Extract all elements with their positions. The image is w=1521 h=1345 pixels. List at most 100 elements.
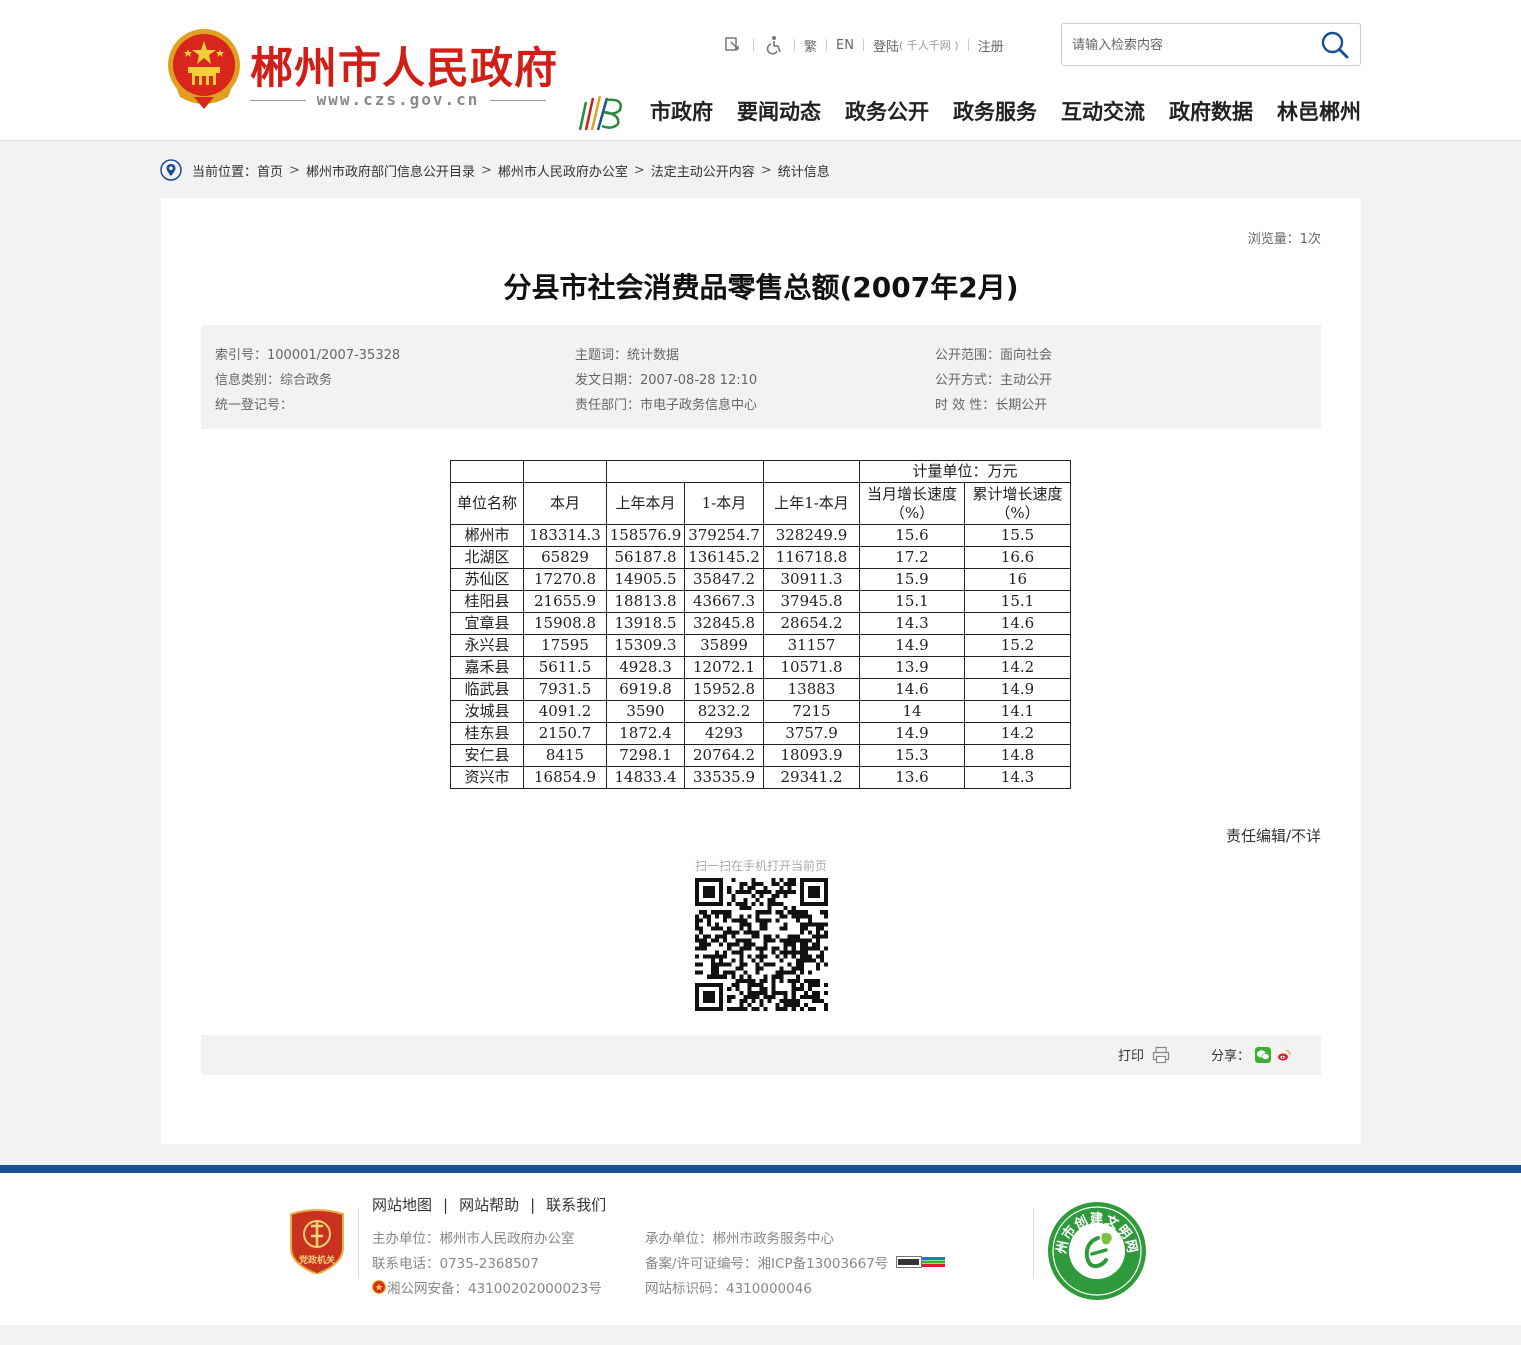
table-row-label: 资兴市	[450, 766, 524, 789]
nav-item-news[interactable]: 要闻动态	[737, 96, 821, 126]
table-cell: 379254.7	[684, 524, 764, 547]
accessibility-icon[interactable]	[763, 34, 785, 56]
footer-links: 网站地图 | 网站帮助 | 联系我们	[372, 1194, 606, 1215]
share-label: 分享：	[1211, 1049, 1251, 1064]
table-cell	[523, 460, 607, 483]
table-row: 桂阳县 21655.9 18813.8 43667.3 37945.8 15.1 15.1	[450, 590, 1071, 613]
emblem-icon	[168, 29, 240, 109]
breadcrumb-home[interactable]: 首页	[257, 161, 283, 180]
breadcrumb-statutory[interactable]: 法定主动公开内容	[651, 161, 755, 180]
police-badge-icon	[372, 1280, 386, 1294]
icp-text: 备案/许可证编号：湘ICP备13003667号	[645, 1256, 889, 1272]
table-header-cell: 当月增长速度（%）	[859, 482, 965, 525]
table-cell: 14.2	[964, 722, 1071, 745]
table-cell: 18813.8	[606, 590, 685, 613]
wechat-icon[interactable]	[1255, 1046, 1272, 1063]
table-cell: 16.6	[964, 546, 1071, 569]
traditional-chinese-link[interactable]: 繁	[804, 36, 817, 55]
print-label: 打印	[1118, 1049, 1145, 1064]
table-cell: 6919.8	[606, 678, 685, 701]
table-cell: 3590	[606, 700, 685, 723]
table-cell: 65829	[523, 546, 607, 569]
table-cell: 18093.9	[763, 744, 860, 767]
nav-item-gov-data[interactable]: 政府数据	[1169, 96, 1253, 126]
meta-scope: 公开范围：面向社会	[935, 348, 1053, 363]
table-header-cell: 本月	[523, 482, 607, 525]
table-row: 临武县 7931.5 6919.8 15952.8 13883 14.6 14.9	[450, 678, 1071, 701]
nav-item-linyi-chenzhou[interactable]: 林邑郴州	[1277, 96, 1361, 126]
table-cell: 14.9	[964, 678, 1071, 701]
footer-divider	[0, 1165, 1521, 1173]
footer-police-record[interactable]: 湘公网安备：43100202000023号	[372, 1277, 602, 1297]
table-cell: 4293	[684, 722, 764, 745]
table-row-label: 临武县	[450, 678, 524, 701]
print-icon	[1152, 1046, 1170, 1063]
nav-item-gov-affairs-disclosure[interactable]: 政务公开	[845, 96, 929, 126]
site-footer: 党政机关 网站地图 | 网站帮助 | 联系我们 主办单位：郴州市人民政府办公室 …	[0, 1173, 1521, 1325]
breadcrumb-office[interactable]: 郴州市人民政府办公室	[498, 161, 628, 180]
party-gov-badge-icon[interactable]: 党政机关	[289, 1208, 345, 1274]
separator	[967, 39, 969, 51]
table-cell: 14.6	[964, 612, 1071, 635]
table-cell: 31157	[763, 634, 860, 657]
city-logo-icon	[578, 95, 622, 131]
divider	[250, 100, 306, 101]
breadcrumb-catalog[interactable]: 郴州市政府部门信息公开目录	[306, 161, 475, 180]
nav-item-gov-services[interactable]: 政务服务	[953, 96, 1037, 126]
footer-icp[interactable]: 备案/许可证编号：湘ICP备13003667号	[645, 1252, 946, 1272]
table-cell: 4928.3	[606, 656, 685, 679]
search-box	[1061, 23, 1361, 66]
breadcrumb-statistics[interactable]: 统计信息	[778, 161, 830, 180]
table-cell: 2150.7	[523, 722, 607, 745]
footer-link-sitemap[interactable]: 网站地图	[372, 1194, 432, 1215]
table-cell: 8415	[523, 744, 607, 767]
english-link[interactable]: EN	[836, 38, 854, 53]
qr-caption: 扫一扫在手机打开当前页	[694, 859, 827, 873]
table-cell: 29341.2	[763, 766, 860, 789]
table-row-label: 桂阳县	[450, 590, 524, 613]
breadcrumb: 当前位置： 首页 > 郴州市政府部门信息公开目录 > 郴州市人民政府办公室 > …	[160, 159, 830, 181]
weibo-icon[interactable]	[1276, 1046, 1293, 1063]
table-cell: 5611.5	[523, 656, 607, 679]
table-cell: 15952.8	[684, 678, 764, 701]
table-row: 桂东县 2150.7 1872.4 4293 3757.9 14.9 14.2	[450, 722, 1071, 745]
register-link[interactable]: 注册	[978, 36, 1004, 55]
table-cell	[763, 460, 860, 483]
footer-organizer: 承办单位：郴州市政务服务中心	[645, 1231, 834, 1247]
table-cell: 35847.2	[684, 568, 764, 591]
table-row-label: 嘉禾县	[450, 656, 524, 679]
qr-code-icon	[695, 878, 828, 1011]
table-cell: 14.9	[859, 634, 965, 657]
article-meta: 索引号：100001/2007-35328 主题词：统计数据 公开范围：面向社会…	[201, 325, 1321, 429]
table-cell: 15.1	[859, 590, 965, 613]
table-cell: 15.9	[859, 568, 965, 591]
search-icon[interactable]	[1320, 30, 1350, 60]
police-record-text: 湘公网安备：43100202000023号	[387, 1281, 602, 1297]
article-toolbar: 打印 分享：	[201, 1035, 1321, 1075]
login-link[interactable]: 登陆	[873, 36, 899, 55]
footer-link-contact[interactable]: 联系我们	[546, 1194, 606, 1215]
nav-item-interaction[interactable]: 互动交流	[1061, 96, 1145, 126]
footer-link-separator: |	[530, 1195, 536, 1214]
meta-method: 公开方式：主动公开	[935, 373, 1053, 388]
table-cell: 15.3	[859, 744, 965, 767]
civilized-website-seal-icon[interactable]: 郴州市创建文明网站	[1046, 1200, 1148, 1302]
table-cell: 32845.8	[684, 612, 764, 635]
table-header-cell: 累计增长速度（%）	[964, 482, 1071, 525]
table-cell: 14.1	[964, 700, 1071, 723]
table-cell: 13.9	[859, 656, 965, 679]
table-cell: 158576.9	[606, 524, 685, 547]
print-button[interactable]: 打印	[1118, 1045, 1170, 1064]
cnzz-icon[interactable]	[896, 1256, 946, 1268]
footer-link-help[interactable]: 网站帮助	[459, 1194, 519, 1215]
table-cell: 7931.5	[523, 678, 607, 701]
table-row: 郴州市 183314.3 158576.9 379254.7 328249.9 15.6 1…	[450, 524, 1071, 547]
nav-item-city-government[interactable]: 市政府	[650, 96, 713, 126]
search-input[interactable]	[1072, 34, 1312, 56]
font-size-icon[interactable]	[722, 34, 744, 56]
table-header-cell: 上年1-本月	[763, 482, 860, 525]
meta-dept: 责任部门：市电子政务信息中心	[575, 398, 758, 413]
table-cell: 13.6	[859, 766, 965, 789]
meta-date: 发文日期：2007-08-28 12:10	[575, 373, 758, 388]
table-cell: 30911.3	[763, 568, 860, 591]
